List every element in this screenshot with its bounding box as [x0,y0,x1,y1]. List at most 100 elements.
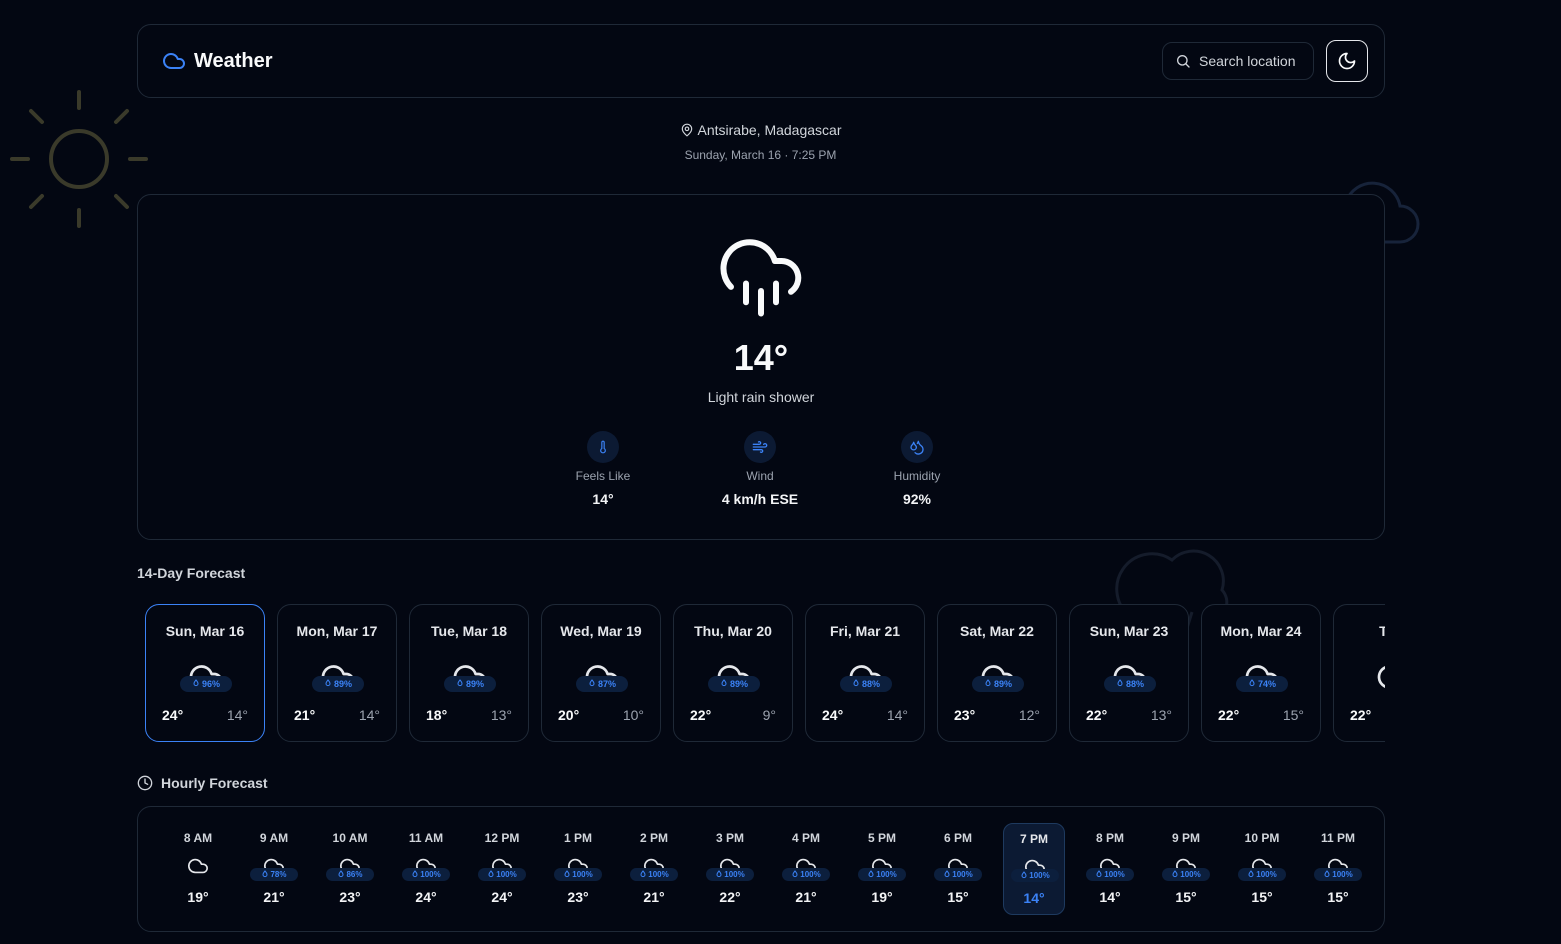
day-min-temp: 14° [886,707,908,723]
location-datetime: Sunday, March 16 · 7:25 PM [684,148,837,162]
stat-value: 92% [902,491,932,507]
hour-item[interactable]: 4 PM 100% 21° [775,823,837,915]
hour-item[interactable]: 10 PM 100% 15° [1231,823,1293,915]
theme-toggle-button[interactable] [1326,40,1368,82]
day-name: Sun, Mar 16 [165,623,245,639]
day-card[interactable]: Sat, Mar 22 89% 23° 12° [937,604,1057,742]
precip-value: 100% [1104,870,1125,879]
cloud-icon [1376,659,1385,700]
hour-time: 9 AM [259,831,289,845]
hour-time: 11 PM [1320,831,1356,845]
precip-value: 88% [1125,679,1144,689]
hour-item[interactable]: 6 PM 100% 15° [927,823,989,915]
day-card[interactable]: Fri, Mar 21 88% 24° 14° [805,604,925,742]
hour-time: 1 PM [563,831,592,845]
day-max-temp: 22° [1350,707,1372,723]
precip-value: 87% [597,679,616,689]
search-location-button[interactable]: Search location [1162,42,1314,80]
precip-value: 100% [800,870,821,879]
day-min-temp: 13° [1150,707,1172,723]
droplet-icon [456,679,464,689]
precip-value: 100% [1332,870,1353,879]
hour-item[interactable]: 8 AM 19° [167,823,229,915]
droplet-icon [852,679,860,689]
precip-badge: 100% [478,868,526,881]
precip-badge: 100% [630,868,678,881]
app-header: Weather Search location [137,24,1385,98]
day-card[interactable]: Tue, 22° [1333,604,1385,742]
droplet-icon [715,869,723,880]
hour-temp: 22° [719,889,741,905]
hour-time: 6 PM [943,831,972,845]
precip-value: 86% [346,870,363,879]
droplet-icon [791,869,799,880]
hour-item[interactable]: 10 AM 86% 23° [319,823,381,915]
hour-temp: 24° [491,889,513,905]
precip-value: 100% [1029,871,1050,880]
hour-item[interactable]: 5 PM 100% 19° [851,823,913,915]
precip-badge: 100% [1314,868,1362,881]
hour-time: 10 PM [1244,831,1280,845]
precip-value: 89% [333,679,352,689]
stat-value: 14° [592,491,614,507]
day-name: Sun, Mar 23 [1089,623,1169,639]
day-max-temp: 22° [1086,707,1108,723]
stat-label: Wind [746,469,774,483]
precip-badge: 87% [576,676,628,692]
day-card[interactable]: Thu, Mar 20 89% 22° 9° [673,604,793,742]
daily-forecast-strip[interactable]: Sun, Mar 16 96% 24° 14° Mon, Mar 17 89% 21° 14°… [137,596,1385,750]
droplet-icon [1095,869,1103,880]
precip-value: 100% [420,870,441,879]
hour-temp: 23° [567,889,589,905]
droplet-icon [867,869,875,880]
day-card[interactable]: Sun, Mar 23 88% 22° 13° [1069,604,1189,742]
precip-value: 100% [724,870,745,879]
cloud-icon [163,53,185,69]
hour-item[interactable]: 11 PM 100% 15° [1307,823,1369,915]
precip-badge: 89% [708,676,760,692]
hour-item[interactable]: 3 PM 100% 22° [699,823,761,915]
precip-value: 100% [952,870,973,879]
day-name: Sat, Mar 22 [960,623,1034,639]
droplet-icon [563,869,571,880]
hour-item[interactable]: 7 PM 100% 14° [1003,823,1065,915]
day-card[interactable]: Tue, Mar 18 89% 18° 13° [409,604,529,742]
hour-time: 4 PM [791,831,820,845]
precip-value: 74% [1257,679,1276,689]
precip-value: 100% [1256,870,1277,879]
hour-temp: 15° [1175,889,1197,905]
hour-item[interactable]: 9 AM 78% 21° [243,823,305,915]
droplet-icon [588,679,596,689]
droplet-icon [261,869,269,880]
hour-time: 11 AM [408,831,444,845]
day-card[interactable]: Mon, Mar 17 89% 21° 14° [277,604,397,742]
precip-value: 100% [876,870,897,879]
day-name: Mon, Mar 17 [296,623,378,639]
current-temperature: 14° [733,337,789,378]
day-card[interactable]: Wed, Mar 19 87% 20° 10° [541,604,661,742]
hour-item[interactable]: 12 PM 100% 24° [471,823,533,915]
day-max-temp: 21° [294,707,316,723]
day-min-temp: 9° [762,707,776,723]
precip-badge: 96% [180,676,232,692]
hour-item[interactable]: 2 PM 100% 21° [623,823,685,915]
hour-time: 3 PM [715,831,744,845]
stat-value: 4 km/h ESE [721,491,799,507]
hour-temp: 21° [643,889,665,905]
precip-value: 96% [201,679,220,689]
hour-item[interactable]: 9 PM 100% 15° [1155,823,1217,915]
day-name: Mon, Mar 24 [1220,623,1302,639]
precip-value: 78% [270,870,287,879]
day-name: Wed, Mar 19 [560,623,642,639]
hour-item[interactable]: 1 PM 100% 23° [547,823,609,915]
search-icon [1177,55,1190,68]
day-max-temp: 22° [1218,707,1240,723]
hour-time: 8 AM [183,831,213,845]
day-card[interactable]: Mon, Mar 24 74% 22° 15° [1201,604,1321,742]
day-card[interactable]: Sun, Mar 16 96% 24° 14° [145,604,265,742]
hour-item[interactable]: 11 AM 100% 24° [395,823,457,915]
hour-time: 2 PM [639,831,668,845]
hour-time: 9 PM [1171,831,1200,845]
hour-item[interactable]: 8 PM 100% 14° [1079,823,1141,915]
app-title: Weather [194,49,273,72]
